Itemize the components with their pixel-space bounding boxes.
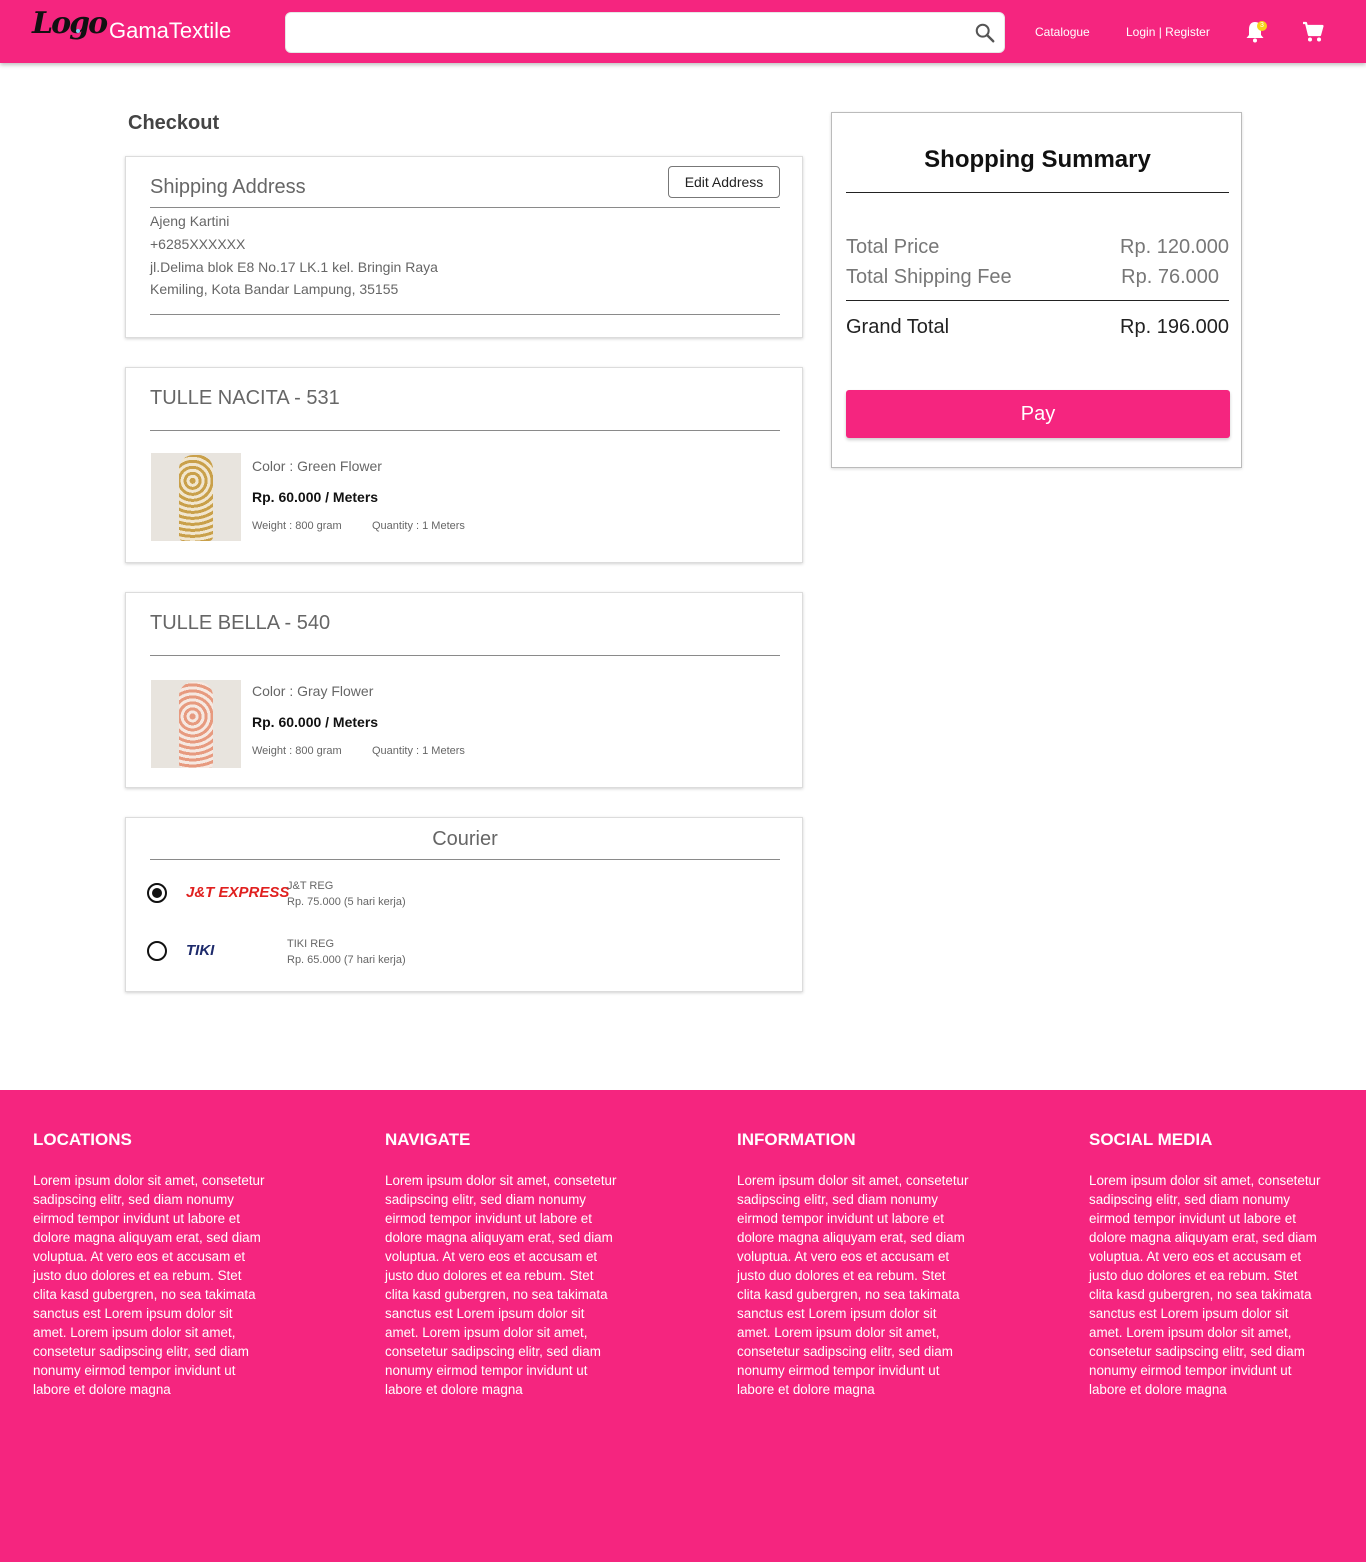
divider (150, 430, 780, 431)
nav-catalogue-link[interactable]: Catalogue (1035, 25, 1090, 39)
grand-total-label: Grand Total (846, 316, 950, 338)
recipient-name: Ajeng Kartini (150, 213, 230, 229)
page-title: Checkout (128, 112, 220, 134)
search-bar[interactable] (285, 12, 1005, 53)
top-navbar: Logo GamaTextile Catalogue Login | Regis… (0, 0, 1366, 63)
shipping-fee-row: Total Shipping Fee Rp. 76.000 (846, 266, 1229, 289)
total-price-row: Total Price Rp. 120.000 (846, 236, 1229, 259)
product-card: TULLE BELLA - 540 Color : Gray Flower Rp… (125, 592, 803, 788)
address-line-1: jl.Delima blok E8 No.17 LK.1 kel. Bringi… (150, 259, 438, 275)
footer-heading: INFORMATION (737, 1130, 856, 1149)
notification-badge: 3 (1257, 21, 1267, 31)
footer-column-information: INFORMATION Lorem ipsum dolor sit amet, … (737, 1130, 1037, 1399)
courier-card: Courier J&T EXPRESS J&T REG Rp. 75.000 (… (125, 817, 803, 992)
tiki-logo: TIKI (186, 942, 215, 959)
address-line-2: Kemiling, Kota Bandar Lampung, 35155 (150, 281, 399, 297)
footer: LOCATIONS Lorem ipsum dolor sit amet, co… (0, 1090, 1366, 1562)
divider (846, 300, 1229, 301)
total-price-label: Total Price (846, 236, 940, 258)
logo-dot (76, 29, 80, 33)
courier-detail: Rp. 75.000 (5 hari kerja) (287, 896, 406, 908)
courier-option-jnt[interactable]: J&T REG Rp. 75.000 (5 hari kerja) (287, 878, 406, 910)
product-dress-graphic (179, 455, 213, 541)
grand-total-value: Rp. 196.000 (1120, 316, 1229, 338)
product-name[interactable]: TULLE BELLA - 540 (150, 612, 330, 635)
shopping-summary-panel: Shopping Summary Total Price Rp. 120.000… (831, 112, 1242, 468)
footer-heading: SOCIAL MEDIA (1089, 1130, 1213, 1149)
product-weight: Weight : 800 gram (252, 520, 342, 532)
footer-text: Lorem ipsum dolor sit amet, consetetur s… (385, 1173, 617, 1397)
courier-detail: Rp. 65.000 (7 hari kerja) (287, 954, 406, 966)
footer-column-navigate: NAVIGATE Lorem ipsum dolor sit amet, con… (385, 1130, 685, 1399)
search-icon[interactable] (974, 22, 996, 44)
product-dress-graphic (179, 682, 213, 768)
product-quantity: Quantity : 1 Meters (372, 520, 465, 532)
logo[interactable]: Logo (32, 6, 108, 41)
divider (150, 314, 780, 315)
brand-name[interactable]: GamaTextile (109, 18, 231, 44)
summary-title: Shopping Summary (924, 146, 1151, 173)
footer-heading: LOCATIONS (33, 1130, 132, 1149)
shipping-address-heading: Shipping Address (150, 176, 306, 198)
product-image[interactable] (151, 453, 241, 541)
divider (150, 859, 780, 860)
footer-heading: NAVIGATE (385, 1130, 471, 1149)
total-price-value: Rp. 120.000 (1120, 236, 1229, 258)
nav-login-register-link[interactable]: Login | Register (1126, 25, 1210, 39)
courier-name: TIKI REG (287, 938, 335, 950)
courier-radio-jnt[interactable] (147, 883, 167, 903)
footer-text: Lorem ipsum dolor sit amet, consetetur s… (33, 1173, 265, 1397)
search-input[interactable] (294, 19, 964, 47)
edit-address-button[interactable]: Edit Address (668, 166, 780, 198)
divider (150, 207, 780, 208)
courier-heading: Courier (432, 828, 498, 850)
divider (150, 655, 780, 656)
shipping-fee-label: Total Shipping Fee (846, 266, 1012, 288)
product-price: Rp. 60.000 / Meters (252, 714, 379, 730)
divider (846, 192, 1229, 193)
product-card: TULLE NACITA - 531 Color : Green Flower … (125, 367, 803, 563)
product-quantity: Quantity : 1 Meters (372, 745, 465, 757)
recipient-phone: +6285XXXXXX (150, 236, 246, 252)
footer-column-locations: LOCATIONS Lorem ipsum dolor sit amet, co… (33, 1130, 333, 1399)
product-color: Color : Green Flower (252, 458, 382, 474)
courier-option-tiki[interactable]: TIKI REG Rp. 65.000 (7 hari kerja) (287, 936, 406, 968)
shipping-address-card: Shipping Address Edit Address Ajeng Kart… (125, 156, 803, 338)
product-color: Color : Gray Flower (252, 683, 374, 699)
product-name[interactable]: TULLE NACITA - 531 (150, 387, 340, 410)
courier-radio-tiki[interactable] (147, 941, 167, 961)
footer-column-social-media: SOCIAL MEDIA Lorem ipsum dolor sit amet,… (1089, 1130, 1366, 1399)
product-image[interactable] (151, 680, 241, 768)
shipping-fee-value: Rp. 76.000 (1121, 266, 1219, 288)
product-price: Rp. 60.000 / Meters (252, 489, 379, 505)
product-weight: Weight : 800 gram (252, 745, 342, 757)
pay-button[interactable]: Pay (846, 390, 1230, 438)
jnt-logo: J&T EXPRESS (186, 884, 290, 901)
courier-name: J&T REG (287, 880, 334, 892)
grand-total-row: Grand Total Rp. 196.000 (846, 316, 1229, 339)
cart-icon[interactable] (1301, 20, 1325, 44)
footer-text: Lorem ipsum dolor sit amet, consetetur s… (737, 1173, 969, 1397)
footer-text: Lorem ipsum dolor sit amet, consetetur s… (1089, 1173, 1321, 1397)
